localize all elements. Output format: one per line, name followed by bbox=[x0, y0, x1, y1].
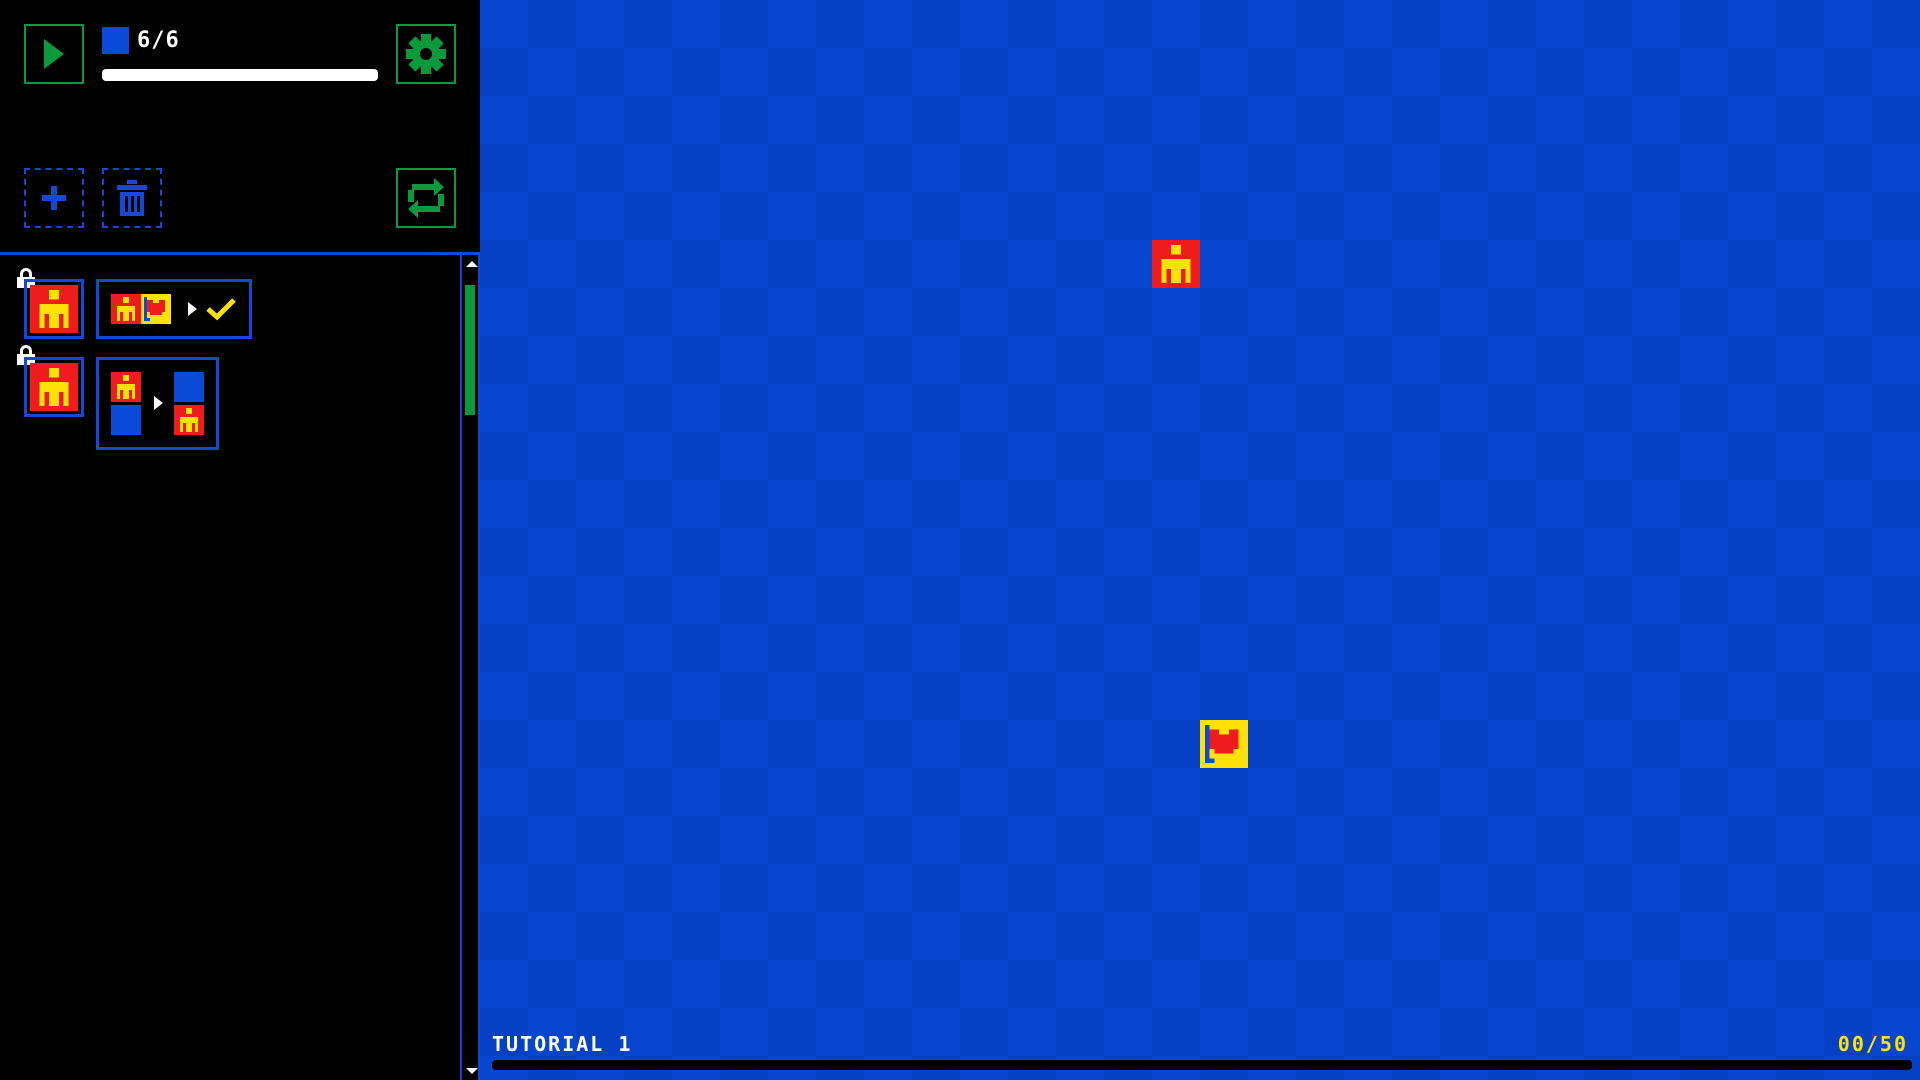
level-name: TUTORIAL 1 bbox=[492, 1032, 633, 1056]
empty-cell bbox=[174, 372, 204, 402]
scroll-down-icon[interactable] bbox=[466, 1068, 478, 1074]
refresh-icon bbox=[408, 178, 444, 218]
flag-icon bbox=[141, 294, 171, 324]
empty-cell bbox=[111, 405, 141, 435]
block-progress-bar bbox=[102, 69, 378, 81]
arrow-right-icon bbox=[188, 302, 197, 316]
checkmark-icon bbox=[206, 298, 236, 321]
add-rule-button[interactable] bbox=[24, 168, 84, 228]
rule-actor-player[interactable] bbox=[24, 279, 84, 339]
block-counter: 6/6 bbox=[102, 27, 180, 54]
player-icon bbox=[30, 363, 78, 411]
arrow-right-icon bbox=[154, 396, 163, 410]
scroll-up-icon[interactable] bbox=[466, 261, 478, 267]
reset-button[interactable] bbox=[396, 168, 456, 228]
goal-flag[interactable] bbox=[1200, 720, 1248, 768]
play-icon bbox=[44, 39, 64, 69]
rules-scrollbar[interactable] bbox=[460, 255, 480, 1080]
rule-1-definition[interactable] bbox=[96, 279, 252, 339]
player-sprite[interactable] bbox=[1152, 240, 1200, 288]
move-counter: 00/50 bbox=[1837, 1032, 1908, 1056]
rule-actor-player[interactable] bbox=[24, 357, 84, 417]
player-icon bbox=[111, 372, 141, 402]
delete-rule-button[interactable] bbox=[102, 168, 162, 228]
player-icon bbox=[174, 405, 204, 435]
play-button[interactable] bbox=[24, 24, 84, 84]
game-board[interactable]: TUTORIAL 1 00/50 bbox=[480, 0, 1920, 1080]
gear-icon bbox=[406, 34, 446, 74]
scroll-thumb[interactable] bbox=[465, 285, 475, 415]
block-icon bbox=[102, 27, 129, 54]
player-icon bbox=[30, 285, 78, 333]
flag-icon bbox=[1200, 720, 1248, 768]
editor-panel: 6/6 bbox=[0, 0, 480, 1080]
plus-icon bbox=[42, 186, 66, 210]
player-icon bbox=[1152, 240, 1200, 288]
panel-divider bbox=[0, 252, 480, 255]
rule-2-definition[interactable] bbox=[96, 357, 219, 450]
timeline-bar[interactable] bbox=[492, 1060, 1912, 1070]
block-count-text: 6/6 bbox=[137, 28, 180, 53]
player-icon bbox=[111, 294, 141, 324]
trash-icon bbox=[117, 180, 147, 216]
settings-button[interactable] bbox=[396, 24, 456, 84]
